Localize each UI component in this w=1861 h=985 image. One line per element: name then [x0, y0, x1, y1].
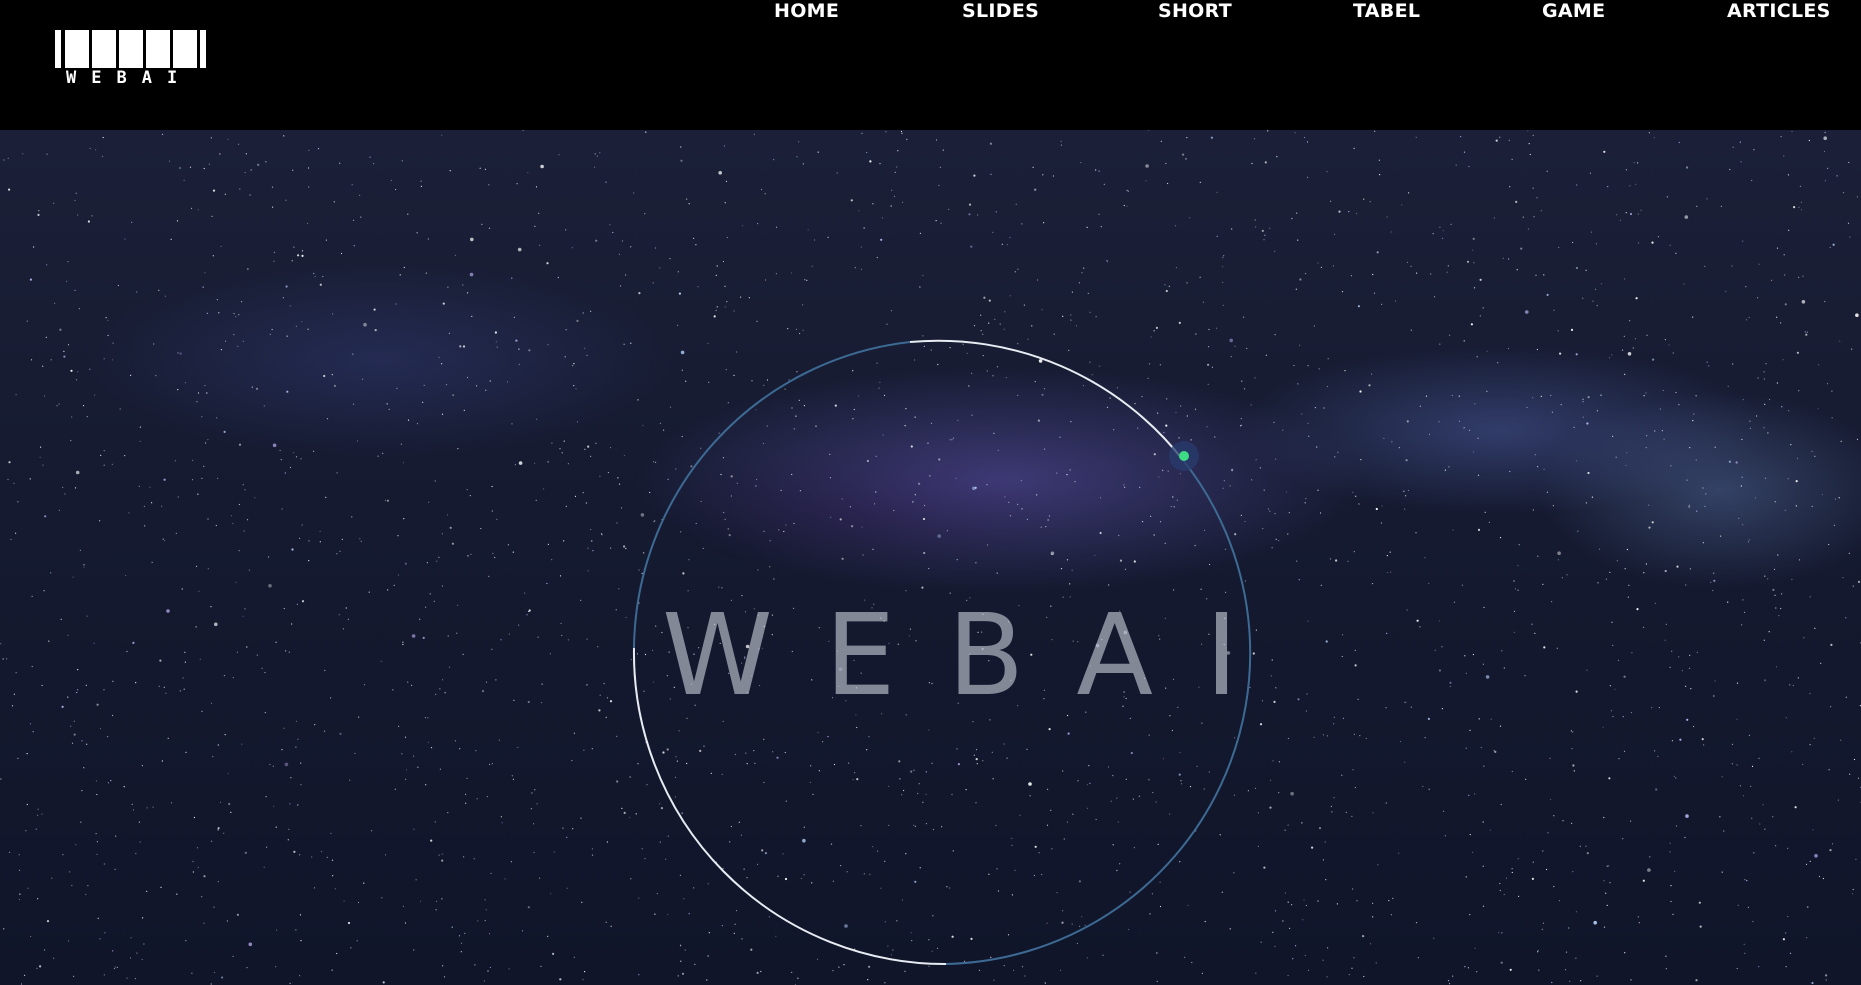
- nav-item-short[interactable]: SHORT: [1158, 0, 1232, 22]
- nav-item-articles[interactable]: ARTICLES: [1727, 0, 1831, 22]
- hero-section: WEBAI: [0, 130, 1861, 985]
- hero-ring-graphic: [632, 339, 1252, 966]
- nav-item-slides[interactable]: SLIDES: [962, 0, 1039, 22]
- webai-logo[interactable]: WEBAI: [55, 30, 218, 90]
- logo-wordmark: WEBAI: [66, 68, 193, 88]
- orbit-dot-icon: [1179, 451, 1189, 461]
- nav-item-game[interactable]: GAME: [1542, 0, 1605, 22]
- logo-barcode-icon: [55, 30, 218, 68]
- top-navigation-bar: WEBAI HOME SLIDES SHORT TABEL GAME ARTIC…: [0, 0, 1861, 130]
- hero-title: WEBAI: [662, 591, 1290, 721]
- nav-item-home[interactable]: HOME: [774, 0, 839, 22]
- orbit-ring-white-arc: [909, 339, 1184, 461]
- nav-item-tabel[interactable]: TABEL: [1353, 0, 1420, 22]
